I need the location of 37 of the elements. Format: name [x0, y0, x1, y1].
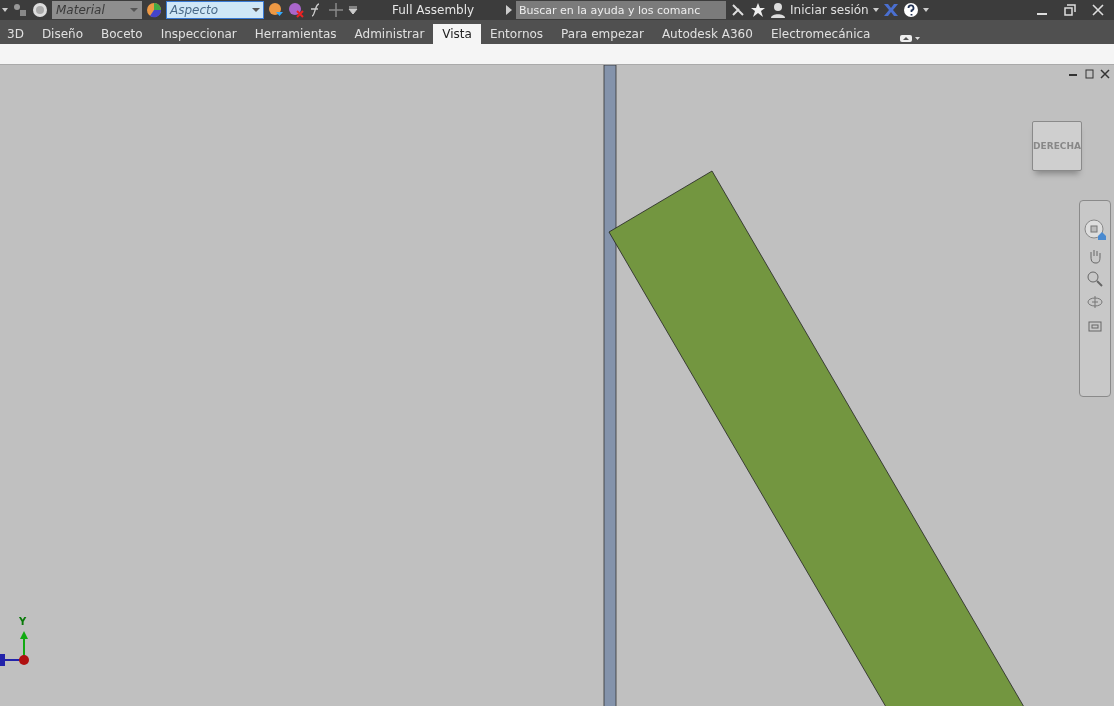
dropdown-icon[interactable] [348, 5, 358, 15]
close-icon[interactable] [1100, 69, 1110, 79]
ribbon-tab[interactable]: Boceto [92, 24, 152, 44]
ribbon-tab[interactable]: Entornos [480, 24, 553, 44]
sphere-icon[interactable] [32, 2, 48, 18]
user-icon[interactable] [770, 2, 786, 18]
search-field[interactable]: Buscar en la ayuda y los comanc [516, 1, 726, 19]
steering-wheel-icon[interactable] [1084, 219, 1106, 241]
caret-icon[interactable] [2, 7, 8, 13]
color-filter-icon[interactable] [268, 2, 284, 18]
ribbon-tab[interactable]: Vista [433, 24, 481, 44]
color-clear-icon[interactable] [288, 2, 304, 18]
ribbon-tab[interactable]: 3D [0, 24, 33, 44]
appearance-dropdown[interactable]: Aspecto [166, 1, 264, 19]
ribbon-tab[interactable]: Inspeccionar [151, 24, 246, 44]
ribbon-tab[interactable]: Para empezar [552, 24, 653, 44]
ribbon-tab[interactable]: Administrar [345, 24, 434, 44]
zoom-icon[interactable] [1087, 271, 1103, 287]
shapes-icon[interactable] [12, 2, 28, 18]
help-icon[interactable] [902, 2, 919, 18]
caret-icon[interactable] [252, 7, 260, 13]
material-dropdown[interactable]: Material [52, 1, 142, 19]
ribbon-tab[interactable]: Herramientas [245, 24, 346, 44]
star-icon[interactable] [750, 2, 766, 18]
ribbon-tab[interactable]: Diseño [32, 24, 93, 44]
sign-in-link[interactable]: Iniciar sesión [790, 3, 869, 17]
caret-icon[interactable] [872, 7, 879, 13]
ribbon-tab[interactable]: Electromecánica [761, 24, 880, 44]
ribbon-tab[interactable]: Autodesk A360 [652, 24, 762, 44]
caret-icon[interactable] [922, 7, 929, 13]
origin-point [19, 655, 29, 665]
panel-toggle-icon[interactable] [899, 32, 922, 44]
window-title: Full Assembly [392, 3, 476, 17]
color-wheel-icon[interactable] [146, 2, 162, 18]
axis-label: Y [19, 616, 27, 627]
arrow-icon[interactable] [506, 5, 512, 15]
restore-icon[interactable] [1084, 69, 1094, 79]
